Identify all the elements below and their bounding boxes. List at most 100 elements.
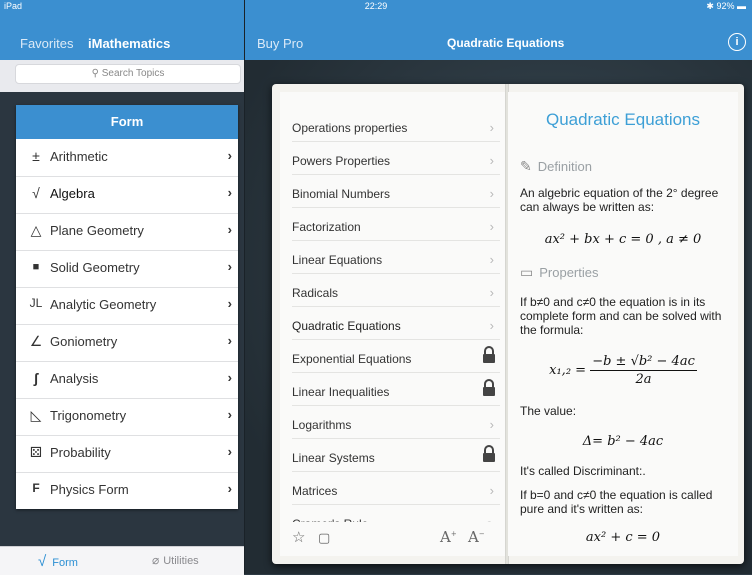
triangle-icon: △ [30,222,42,238]
topic-item-selected[interactable]: Quadratic Equations › [292,307,500,340]
topic-item-locked[interactable]: Exponential Equations [292,340,500,373]
form-item-label: Plane Geometry [50,223,144,238]
form-item-label: Algebra [50,186,95,201]
topic-item[interactable]: Operations properties › [292,109,500,142]
topic-label: Radicals [292,286,339,300]
definition-heading: ✎ Definition [520,158,592,175]
formula-roots-lhs: x₁,₂ = [549,363,587,378]
definition-text: An algebric equation of the 2° degree ca… [520,186,719,214]
form-item-label: Analytic Geometry [50,297,157,312]
formula-delta: Δ= b² − 4ac [582,434,664,449]
topic-item[interactable]: Factorization › [292,208,500,241]
form-item-label: Arithmetic [50,149,108,164]
font-decrease-icon[interactable]: A− [468,528,485,546]
topic-item[interactable]: Logarithms › [292,406,500,439]
integral-icon: ʃ [33,370,39,386]
form-item-analysis[interactable]: ʃ Analysis › [16,361,238,399]
definition-heading-label: Definition [537,159,592,174]
value-text: The value: [520,404,577,418]
chevron-right-icon: › [489,219,494,234]
paperclip-icon: ⌀ [152,553,160,567]
form-item-trigonometry[interactable]: ◺ Trigonometry › [16,398,238,436]
topic-item-locked[interactable]: Linear Inequalities [292,373,500,406]
form-item-probability[interactable]: ⚄ Probability › [16,435,238,473]
chevron-right-icon: › [489,120,494,135]
formula-roots-fraction: −b ± √b² − 4ac 2a [590,354,697,387]
physics-icon: F [32,481,40,495]
chevron-right-icon: › [489,252,494,267]
favorites-button[interactable]: Favorites [20,36,73,51]
topic-item[interactable]: Powers Properties › [292,142,500,175]
form-item-solid-geometry[interactable]: ■ Solid Geometry › [16,250,238,288]
search-input[interactable]: ⚲ Search Topics [15,64,241,84]
battery-percent: 92% [716,1,735,11]
form-list-card: Form ± Arithmetic › √ Algebra › △ Plane … [16,105,238,509]
topic-label: Linear Inequalities [292,385,390,399]
chevron-right-icon: › [227,296,232,311]
topic-item[interactable]: Matrices › [292,472,500,505]
chevron-right-icon: › [227,333,232,348]
star-icon[interactable]: ☆ [292,528,305,546]
chevron-right-icon: › [489,186,494,201]
topic-item[interactable]: Linear Equations › [292,241,500,274]
chevron-right-icon: › [227,481,232,496]
form-item-label: Probability [50,445,111,460]
form-item-analytic-geometry[interactable]: JL Analytic Geometry › [16,287,238,325]
properties-text: If b≠0 and c≠0 the equation is in its co… [520,295,722,337]
chevron-right-icon: › [227,444,232,459]
dice-icon: ⚄ [29,444,43,460]
topic-item[interactable]: Radicals › [292,274,500,307]
axes-icon: JL [29,296,43,310]
chevron-right-icon: › [227,222,232,237]
form-item-label: Solid Geometry [50,260,140,275]
tab-utilities-label: Utilities [163,555,199,567]
search-bar: ⚲ Search Topics [0,60,244,92]
topic-label: Logarithms [292,418,352,432]
speech-bubble-icon: ▭ [520,264,534,280]
buy-pro-button[interactable]: Buy Pro [257,36,303,51]
chevron-right-icon: › [489,417,494,432]
left-nav-title: iMathematics [88,36,171,51]
formula-roots-denominator: 2a [635,372,652,387]
tab-form[interactable]: √ Form [38,553,78,570]
form-item-algebra[interactable]: √ Algebra › [16,176,238,214]
form-item-goniometry[interactable]: ∠ Goniometry › [16,324,238,362]
search-placeholder: Search Topics [101,68,165,79]
topic-label: Operations properties [292,121,408,135]
topic-item-locked[interactable]: Linear Systems [292,439,500,472]
page-toolbar: ☆ ▢ A+ A− [280,522,506,556]
status-bar: iPad 22:29 ✱ 92% ▬ [0,0,752,14]
topic-label: Quadratic Equations [292,319,401,333]
topic-label: Linear Equations [292,253,383,267]
info-icon[interactable]: i [728,33,746,51]
status-time: 22:29 [364,1,388,11]
pure-text: If b=0 and c≠0 the equation is called pu… [520,488,713,516]
left-tab-bar: √ Form ⌀ Utilities [0,546,244,575]
topic-label: Matrices [292,484,338,498]
form-item-arithmetic[interactable]: ± Arithmetic › [16,139,238,177]
chevron-right-icon: › [227,259,232,274]
form-item-physics-form[interactable]: F Physics Form › [16,472,238,509]
formula-general: ax² + bx + c = 0 , a ≠ 0 [544,232,702,247]
form-item-label: Trigonometry [50,408,127,423]
topic-label: Powers Properties [292,154,391,168]
chevron-right-icon: › [227,370,232,385]
topic-list-page: Operations properties › Powers Propertie… [280,92,506,556]
topic-item[interactable]: Binomial Numbers › [292,175,500,208]
document-icon[interactable]: ▢ [318,530,330,546]
form-item-plane-geometry[interactable]: △ Plane Geometry › [16,213,238,251]
tab-utilities[interactable]: ⌀ Utilities [152,553,199,567]
topic-label: Factorization [292,220,361,234]
properties-heading: ▭ Properties [520,264,598,281]
formula-roots-numerator: −b ± √b² − 4ac [590,354,697,371]
angle-icon: ∠ [29,333,43,349]
search-icon: ⚲ [91,68,99,79]
font-increase-icon[interactable]: A+ [440,528,457,546]
chevron-right-icon: › [489,483,494,498]
form-item-label: Physics Form [50,482,129,497]
topic-label: Exponential Equations [292,352,412,366]
chevron-right-icon: › [489,153,494,168]
right-triangle-icon: ◺ [30,407,42,423]
form-item-label: Goniometry [50,334,118,349]
form-item-label: Analysis [50,371,99,386]
